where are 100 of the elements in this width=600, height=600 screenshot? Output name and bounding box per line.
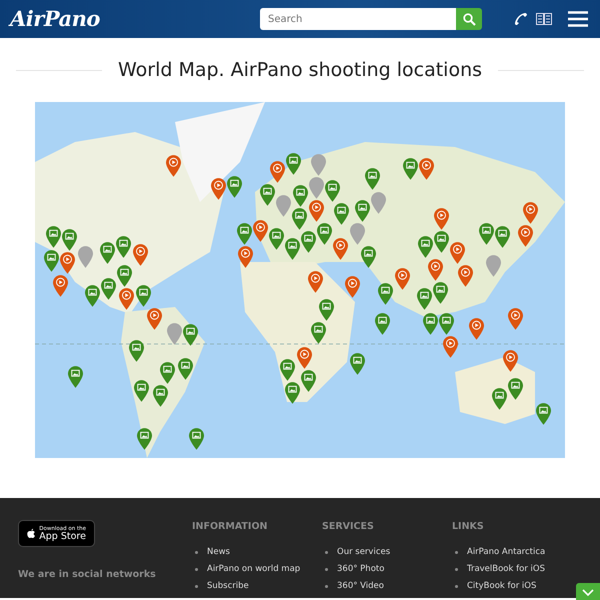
play-pin-icon[interactable]	[166, 155, 180, 177]
search-field[interactable]: Search	[260, 8, 456, 30]
picture-pin-icon[interactable]	[188, 428, 204, 450]
play-pin-icon[interactable]	[60, 252, 75, 274]
picture-pin-icon[interactable]	[492, 388, 506, 410]
picture-pin-icon[interactable]	[423, 313, 438, 335]
picture-pin-icon[interactable]	[285, 382, 300, 404]
picture-pin-icon[interactable]	[268, 228, 284, 250]
play-pin-icon[interactable]	[418, 158, 434, 180]
play-pin-icon[interactable]	[344, 276, 360, 298]
picture-pin-icon[interactable]	[178, 358, 192, 380]
search-button[interactable]	[456, 8, 482, 30]
picture-pin-icon[interactable]	[85, 285, 100, 307]
play-pin-icon[interactable]	[450, 242, 465, 264]
picture-pin-icon[interactable]	[226, 176, 242, 198]
picture-pin-icon[interactable]	[494, 226, 510, 248]
picture-pin-icon[interactable]	[116, 236, 131, 258]
footer-link[interactable]: TravelBook for iOS	[467, 563, 545, 576]
picture-pin-icon[interactable]	[378, 283, 392, 305]
play-pin-icon[interactable]	[428, 259, 442, 281]
play-pin-icon[interactable]	[238, 246, 252, 268]
picture-pin-icon[interactable]	[284, 238, 300, 260]
play-pin-icon[interactable]	[332, 238, 348, 260]
play-pin-icon[interactable]	[309, 200, 324, 222]
picture-pin-icon[interactable]	[183, 324, 198, 346]
picture-pin-icon[interactable]	[117, 264, 132, 286]
bullet-icon	[195, 585, 198, 588]
picture-pin-icon[interactable]	[536, 403, 550, 425]
play-pin-icon[interactable]	[442, 336, 458, 358]
play-pin-icon[interactable]	[270, 160, 284, 182]
picture-pin-icon[interactable]	[286, 153, 300, 175]
book-icon[interactable]	[536, 13, 552, 25]
play-pin-icon[interactable]	[252, 220, 268, 242]
footer-link[interactable]: Subscribe	[207, 580, 249, 594]
picture-pin-icon[interactable]	[360, 246, 376, 268]
picture-pin-icon[interactable]	[152, 384, 168, 406]
bullet-icon	[325, 585, 328, 588]
picture-pin-icon[interactable]	[310, 322, 326, 344]
footer-link[interactable]: CityBook for iOS	[467, 580, 536, 594]
logo[interactable]: AirPano	[10, 3, 100, 35]
footer-link[interactable]: AirPano Antarctica	[467, 546, 546, 560]
play-pin-icon[interactable]	[308, 271, 322, 293]
scroll-button[interactable]	[576, 583, 600, 600]
picture-pin-icon[interactable]	[101, 278, 116, 300]
picture-pin-icon[interactable]	[508, 378, 522, 400]
phone-icon[interactable]	[514, 12, 528, 26]
picture-pin-icon[interactable]	[100, 242, 115, 264]
picture-pin-icon[interactable]	[417, 288, 432, 310]
picture-pin-icon[interactable]	[134, 380, 148, 402]
play-pin-icon[interactable]	[508, 308, 522, 330]
picture-pin-icon[interactable]	[318, 299, 334, 321]
play-pin-icon[interactable]	[118, 288, 134, 310]
picture-pin-icon[interactable]	[439, 312, 454, 334]
picture-pin-icon[interactable]	[46, 226, 60, 248]
play-pin-icon[interactable]	[522, 202, 538, 224]
picture-pin-icon[interactable]	[354, 200, 370, 222]
picture-pin-icon[interactable]	[293, 185, 308, 207]
play-pin-icon[interactable]	[133, 244, 148, 266]
menu-icon[interactable]	[568, 11, 588, 27]
picture-pin-icon[interactable]	[68, 366, 82, 388]
play-pin-icon[interactable]	[146, 308, 162, 330]
picture-pin-icon[interactable]	[300, 231, 316, 253]
play-pin-icon[interactable]	[210, 178, 226, 200]
picture-pin-icon[interactable]	[236, 223, 252, 245]
picture-pin-icon[interactable]	[292, 208, 308, 230]
picture-pin-icon[interactable]	[128, 340, 144, 362]
play-pin-icon[interactable]	[458, 264, 472, 286]
picture-pin-icon[interactable]	[44, 250, 59, 272]
footer-link[interactable]: 360° Video	[337, 580, 384, 594]
play-pin-icon[interactable]	[296, 346, 312, 368]
picture-pin-icon[interactable]	[433, 282, 448, 304]
picture-pin-icon[interactable]	[62, 228, 77, 250]
picture-pin-icon[interactable]	[364, 168, 380, 190]
picture-pin-icon[interactable]	[136, 285, 150, 307]
picture-pin-icon[interactable]	[478, 223, 494, 245]
footer-link[interactable]: Our services	[337, 546, 390, 560]
picture-pin-icon[interactable]	[334, 203, 348, 225]
picture-pin-icon[interactable]	[160, 362, 174, 384]
picture-pin-icon[interactable]	[374, 313, 390, 335]
play-pin-icon[interactable]	[52, 274, 68, 296]
picture-pin-icon[interactable]	[325, 180, 340, 202]
picture-pin-icon[interactable]	[280, 359, 294, 381]
picture-pin-icon[interactable]	[418, 236, 433, 258]
play-pin-icon[interactable]	[394, 268, 410, 290]
footer-link[interactable]: 360° Photo	[337, 563, 384, 576]
play-pin-icon[interactable]	[468, 318, 484, 340]
picture-pin-icon[interactable]	[402, 158, 418, 180]
footer-link[interactable]: News	[207, 546, 230, 560]
footer-link[interactable]: AirPano on world map	[207, 563, 300, 576]
picture-pin-icon[interactable]	[136, 428, 152, 450]
bullet-icon	[325, 551, 328, 554]
picture-pin-icon[interactable]	[316, 223, 332, 245]
picture-pin-icon[interactable]	[260, 184, 276, 206]
picture-pin-icon[interactable]	[350, 353, 364, 375]
picture-pin-icon[interactable]	[434, 231, 449, 253]
play-pin-icon[interactable]	[434, 208, 448, 230]
bullet-icon	[455, 551, 458, 554]
play-pin-icon[interactable]	[518, 224, 532, 246]
play-pin-icon[interactable]	[502, 350, 518, 372]
picture-pin-icon[interactable]	[301, 370, 316, 392]
